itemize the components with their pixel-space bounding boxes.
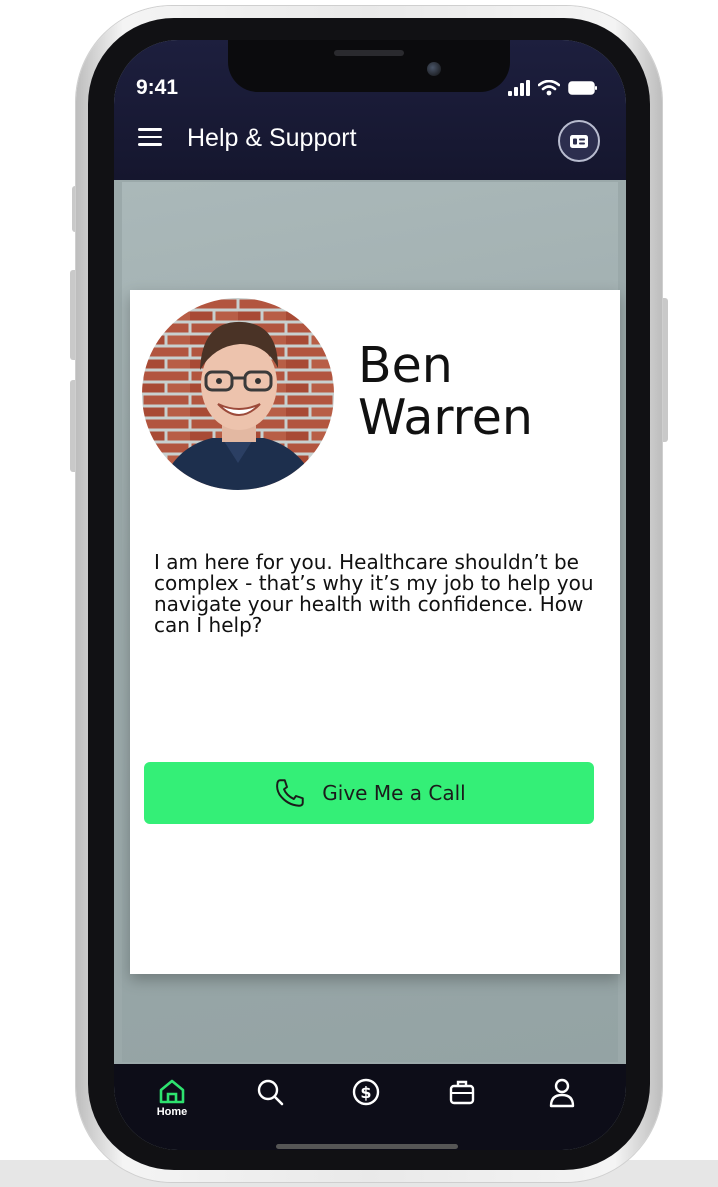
profile-icon — [549, 1078, 575, 1108]
home-icon — [159, 1079, 185, 1104]
tab-home[interactable]: Home — [142, 1078, 202, 1128]
status-time: 9:41 — [136, 76, 179, 99]
dollar-icon: $ — [352, 1078, 380, 1106]
tab-payments[interactable]: $ — [336, 1078, 396, 1128]
avatar — [142, 298, 334, 490]
bio-text: I am here for you. Healthcare shouldn’t … — [154, 550, 594, 637]
tab-home-label: Home — [156, 1106, 188, 1118]
page-title: Help & Support — [187, 124, 357, 152]
briefcase-icon — [449, 1080, 475, 1105]
last-name: Warren — [358, 389, 533, 446]
call-button-label: Give Me a Call — [322, 781, 466, 805]
svg-text:$: $ — [360, 1083, 371, 1102]
home-indicator — [276, 1144, 458, 1149]
profile-card: Ben Warren I am here for you. Healthcare… — [130, 290, 620, 974]
give-me-a-call-button[interactable]: Give Me a Call — [144, 762, 594, 824]
phone-screen: 9:41 Help & Support Ben Warren I am here… — [114, 40, 626, 1150]
id-card-button[interactable] — [558, 120, 600, 162]
menu-button[interactable] — [138, 128, 162, 148]
signal-icon — [508, 80, 530, 96]
wifi-icon — [538, 80, 560, 96]
search-icon — [257, 1079, 284, 1106]
app-header: 9:41 Help & Support — [114, 40, 626, 180]
phone-icon — [276, 779, 305, 807]
notch — [228, 40, 510, 92]
tab-benefits[interactable] — [432, 1078, 492, 1128]
speaker — [334, 50, 404, 56]
person-name: Ben Warren — [358, 340, 533, 444]
tab-search[interactable] — [240, 1078, 300, 1128]
battery-icon — [568, 81, 597, 95]
id-card-icon — [570, 134, 588, 148]
tab-bar: Home $ — [114, 1064, 626, 1150]
camera — [427, 62, 441, 76]
tab-profile[interactable] — [532, 1078, 592, 1128]
first-name: Ben — [358, 337, 453, 394]
status-icons — [508, 78, 598, 98]
